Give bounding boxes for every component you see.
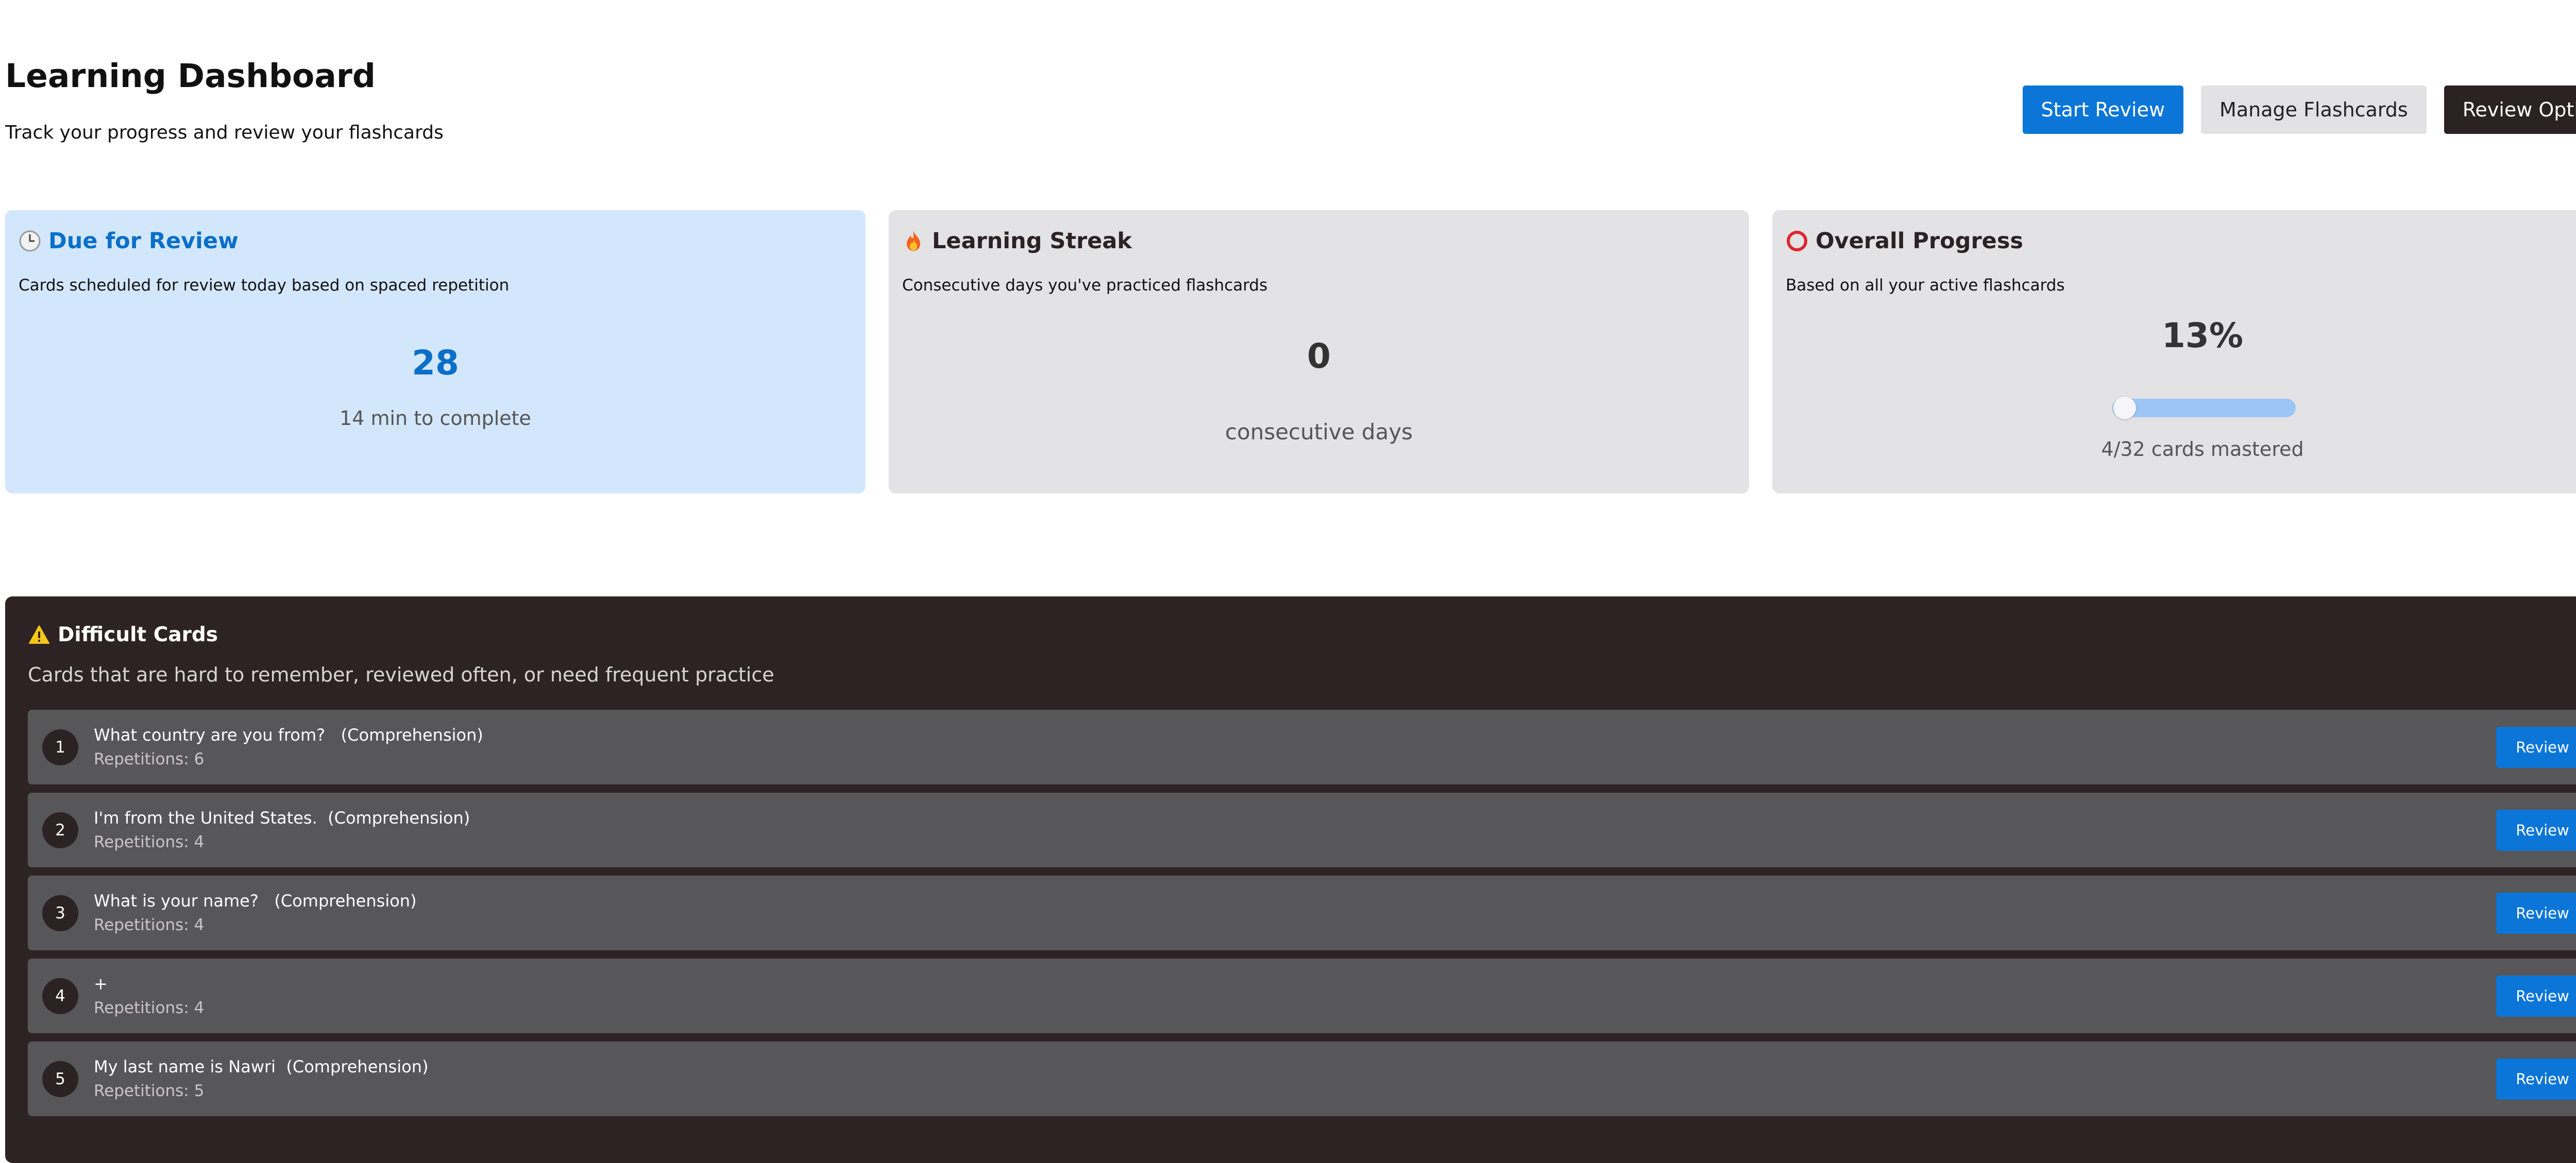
stats-row: Due for Review Cards scheduled for revie… (5, 210, 2576, 493)
warning-icon (28, 624, 50, 646)
card-repetitions: Repetitions: 5 (94, 1082, 205, 1100)
progress-percent: 13% (2162, 316, 2243, 355)
due-for-review-card: Due for Review Cards scheduled for revie… (5, 210, 866, 493)
streak-unit: consecutive days (1225, 419, 1413, 444)
card-repetitions: Repetitions: 4 (94, 916, 205, 934)
card-rank: 1 (42, 729, 78, 765)
difficult-card-row: 5 My last name is Nawri (Comprehension) … (28, 1041, 2576, 1116)
difficult-cards-title: Difficult Cards (58, 623, 218, 646)
card-rank: 4 (42, 978, 78, 1014)
progress-bar (2112, 397, 2296, 419)
card-rank: 2 (42, 812, 78, 848)
streak-card-title: Learning Streak (932, 228, 1132, 254)
card-repetitions: Repetitions: 6 (94, 750, 205, 768)
header-actions: Start Review Manage Flashcards Review Op… (2022, 85, 2576, 134)
difficult-card-row: 2 I'm from the United States. (Comprehen… (28, 793, 2576, 867)
difficult-card-row: 1 What country are you from? (Comprehens… (28, 710, 2576, 784)
page-title: Learning Dashboard (5, 57, 376, 95)
dashboard-header: Learning Dashboard Track your progress a… (5, 56, 2576, 153)
due-card-description: Cards scheduled for review today based o… (19, 276, 510, 295)
card-question: My last name is Nawri (Comprehension) (94, 1057, 429, 1076)
page-subtitle: Track your progress and review your flas… (5, 122, 444, 143)
card-rank: 5 (42, 1061, 78, 1097)
card-question: + (94, 974, 108, 994)
card-question: I'm from the United States. (Comprehensi… (94, 808, 470, 828)
progress-card-description: Based on all your active flashcards (1786, 276, 2065, 295)
progress-knob (2113, 397, 2137, 419)
difficult-cards-description: Cards that are hard to remember, reviewe… (28, 663, 774, 686)
card-question: What is your name? (Comprehension) (94, 891, 417, 911)
due-card-title: Due for Review (48, 228, 239, 254)
card-repetitions: Repetitions: 4 (94, 999, 205, 1017)
ring-icon (1786, 230, 1808, 252)
streak-count: 0 (1307, 336, 1331, 376)
card-question: What country are you from? (Comprehensio… (94, 725, 483, 745)
progress-card-title: Overall Progress (1816, 228, 2024, 254)
manage-flashcards-button[interactable]: Manage Flashcards (2201, 85, 2427, 134)
card-repetitions: Repetitions: 4 (94, 833, 205, 851)
learning-streak-card: Learning Streak Consecutive days you've … (889, 210, 1749, 493)
review-card-button[interactable]: Review (2496, 976, 2576, 1017)
due-card-header: Due for Review (19, 227, 239, 255)
review-card-button[interactable]: Review (2496, 1058, 2576, 1100)
overall-progress-card: Overall Progress Based on all your activ… (1772, 210, 2576, 493)
card-rank: 3 (42, 895, 78, 931)
review-card-button[interactable]: Review (2496, 893, 2576, 934)
cards-mastered: 4/32 cards mastered (2101, 438, 2304, 460)
streak-card-header: Learning Streak (902, 227, 1132, 255)
progress-card-header: Overall Progress (1786, 227, 2023, 255)
difficult-cards-header: Difficult Cards (28, 623, 218, 646)
review-card-button[interactable]: Review (2496, 810, 2576, 851)
review-card-button[interactable]: Review (2496, 727, 2576, 768)
difficult-card-row: 4 + Repetitions: 4 Review (28, 959, 2576, 1033)
difficult-card-list: 1 What country are you from? (Comprehens… (28, 710, 2576, 1124)
due-count: 28 (412, 343, 459, 383)
difficult-cards-panel: Difficult Cards Cards that are hard to r… (5, 596, 2576, 1163)
due-time-estimate: 14 min to complete (340, 407, 531, 430)
review-options-button[interactable]: Review Options (2444, 85, 2576, 134)
difficult-card-row: 3 What is your name? (Comprehension) Rep… (28, 876, 2576, 950)
fire-icon (902, 230, 925, 252)
start-review-button[interactable]: Start Review (2022, 85, 2184, 134)
clock-icon (19, 230, 41, 252)
streak-card-description: Consecutive days you've practiced flashc… (902, 276, 1268, 295)
